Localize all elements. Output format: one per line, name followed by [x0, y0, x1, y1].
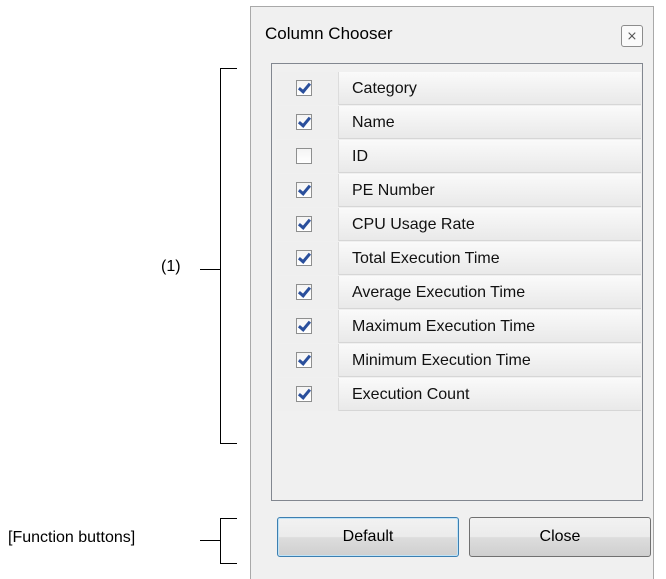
close-icon[interactable]: ⨯ — [621, 25, 643, 47]
list-item[interactable]: ID — [276, 140, 641, 174]
column-label: Category — [339, 72, 641, 105]
checkbox-cell — [276, 276, 339, 309]
column-label: PE Number — [339, 174, 641, 207]
column-checkbox[interactable] — [296, 386, 312, 402]
checkbox-cell — [276, 242, 339, 275]
column-checkbox[interactable] — [296, 250, 312, 266]
column-checkbox[interactable] — [296, 216, 312, 232]
column-label: Total Execution Time — [339, 242, 641, 275]
column-label: Name — [339, 106, 641, 139]
column-checkbox[interactable] — [296, 114, 312, 130]
column-checkbox[interactable] — [296, 148, 312, 164]
checkbox-cell — [276, 208, 339, 241]
dialog-title: Column Chooser — [265, 24, 393, 43]
list-item[interactable]: Average Execution Time — [276, 276, 641, 310]
list-bracket-tick — [200, 269, 221, 270]
list-item[interactable]: PE Number — [276, 174, 641, 208]
column-checkbox[interactable] — [296, 182, 312, 198]
checkbox-cell — [276, 344, 339, 377]
buttons-bracket — [220, 518, 237, 564]
column-checkbox[interactable] — [296, 284, 312, 300]
list-bracket — [220, 68, 237, 444]
checkbox-cell — [276, 72, 339, 105]
list-item[interactable]: CPU Usage Rate — [276, 208, 641, 242]
column-checkbox[interactable] — [296, 352, 312, 368]
default-button[interactable]: Default — [277, 517, 459, 557]
list-item[interactable]: Execution Count — [276, 378, 641, 412]
checkbox-cell — [276, 106, 339, 139]
checkbox-cell — [276, 378, 339, 411]
buttons-bracket-tick — [200, 540, 221, 541]
column-checkbox[interactable] — [296, 80, 312, 96]
buttons-annotation-label: [Function buttons] — [8, 529, 136, 546]
checkbox-cell — [276, 140, 339, 173]
column-label: Execution Count — [339, 378, 641, 411]
close-button[interactable]: Close — [469, 517, 651, 557]
column-label: CPU Usage Rate — [339, 208, 641, 241]
list-item[interactable]: Name — [276, 106, 641, 140]
column-list: Category Name ID PE Number CPU Usage Rate Tot… — [271, 63, 643, 501]
column-label: Maximum Execution Time — [339, 310, 641, 343]
list-annotation-label: (1) — [161, 258, 181, 275]
column-label: Average Execution Time — [339, 276, 641, 309]
list-item[interactable]: Total Execution Time — [276, 242, 641, 276]
column-chooser-dialog: Column Chooser ⨯ Category Name ID PE Number… — [250, 6, 654, 579]
checkbox-cell — [276, 174, 339, 207]
column-label: ID — [339, 140, 641, 173]
list-item[interactable]: Maximum Execution Time — [276, 310, 641, 344]
checkbox-cell — [276, 310, 339, 343]
list-item[interactable]: Category — [276, 72, 641, 106]
column-checkbox[interactable] — [296, 318, 312, 334]
column-label: Minimum Execution Time — [339, 344, 641, 377]
list-item[interactable]: Minimum Execution Time — [276, 344, 641, 378]
